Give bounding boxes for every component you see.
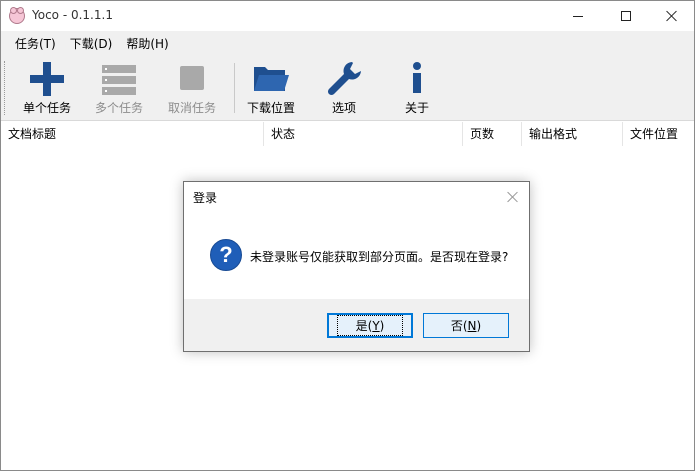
menu-bar: 任务(T) 下载(D) 帮助(H) [1, 31, 694, 57]
close-icon [666, 10, 678, 22]
dialog-title: 登录 [193, 191, 218, 205]
download-location-label: 下载位置 [246, 101, 295, 115]
column-header-title[interactable]: 文档标题 [1, 122, 264, 146]
dialog-message: 未登录账号仅能获取到部分页面。是否现在登录? [250, 250, 509, 264]
single-task-label: 单个任务 [22, 101, 71, 115]
minimize-button[interactable] [555, 1, 601, 31]
info-icon [397, 59, 437, 99]
yes-button-label: 是(Y) [336, 315, 404, 336]
multi-task-button[interactable]: 多个任务 [87, 59, 151, 117]
login-dialog: 登录 ? 未登录账号仅能获取到部分页面。是否现在登录? 是(Y) 否(N) [183, 181, 530, 352]
no-button-label: 否(N) [450, 319, 482, 333]
question-icon: ? [210, 239, 242, 271]
folder-icon [251, 59, 291, 99]
title-bar[interactable]: Yoco - 0.1.1.1 [1, 1, 694, 31]
about-button[interactable]: 关于 [385, 59, 449, 117]
dialog-footer: 是(Y) 否(N) [184, 299, 529, 351]
cancel-task-label: 取消任务 [167, 101, 216, 115]
wrench-icon [324, 59, 364, 99]
column-header-format[interactable]: 输出格式 [522, 122, 623, 146]
about-label: 关于 [404, 101, 429, 115]
no-button[interactable]: 否(N) [423, 313, 509, 338]
close-button[interactable] [649, 1, 695, 31]
yes-button[interactable]: 是(Y) [327, 313, 413, 338]
toolbar: 单个任务 多个任务 取消任务 下载位置 选项 关于 [1, 57, 694, 121]
column-header-pages[interactable]: 页数 [463, 122, 522, 146]
single-task-button[interactable]: 单个任务 [15, 59, 79, 117]
maximize-button[interactable] [603, 1, 649, 31]
minimize-icon [573, 15, 583, 17]
options-label: 选项 [331, 101, 356, 115]
menu-task[interactable]: 任务(T) [8, 31, 63, 57]
options-button[interactable]: 选项 [312, 59, 376, 117]
window-title: Yoco - 0.1.1.1 [32, 8, 113, 22]
toolbar-separator [234, 63, 235, 113]
multi-task-label: 多个任务 [94, 101, 143, 115]
menu-download[interactable]: 下载(D) [63, 31, 120, 57]
column-header-location[interactable]: 文件位置 [623, 122, 694, 146]
app-logo-icon [9, 7, 25, 24]
column-header-status[interactable]: 状态 [264, 122, 463, 146]
plus-icon [27, 59, 67, 99]
download-location-button[interactable]: 下载位置 [239, 59, 303, 117]
stop-icon [172, 59, 212, 99]
dialog-close-icon[interactable] [507, 191, 519, 203]
toolbar-grip[interactable] [4, 61, 6, 115]
cancel-task-button[interactable]: 取消任务 [160, 59, 224, 117]
list-icon [99, 59, 139, 99]
maximize-icon [621, 11, 631, 21]
menu-help[interactable]: 帮助(H) [119, 31, 175, 57]
